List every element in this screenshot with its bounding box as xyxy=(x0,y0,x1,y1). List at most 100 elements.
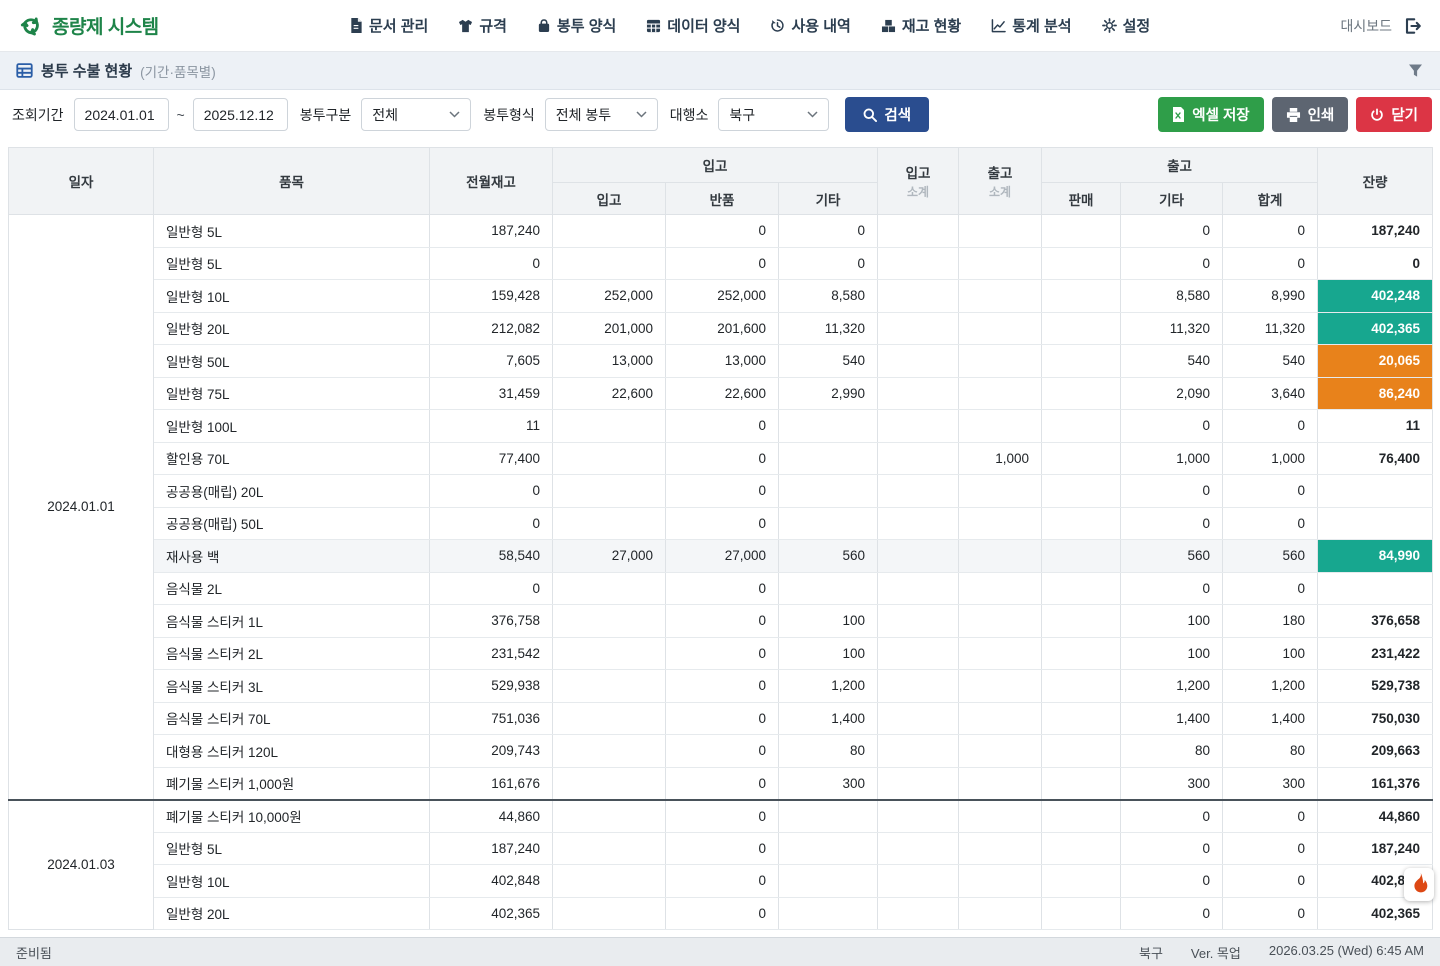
table-row[interactable]: 일반형 10L402,848000402,848 xyxy=(9,865,1433,898)
cell-return: 0 xyxy=(666,410,779,443)
cell-prev-stock: 161,676 xyxy=(430,767,553,800)
table-row[interactable]: 공공용(매립) 50L0000 xyxy=(9,507,1433,540)
cell-item: 일반형 100L xyxy=(154,410,430,443)
table-row[interactable]: 폐기물 스티커 1,000원161,6760300300300161,376 xyxy=(9,767,1433,800)
chevron-down-icon xyxy=(807,111,818,118)
print-button[interactable]: 인쇄 xyxy=(1272,97,1349,132)
debug-toolbar-button[interactable] xyxy=(1404,868,1434,901)
cell-remain: 187,240 xyxy=(1318,832,1433,865)
app-brand[interactable]: 종량제 시스템 xyxy=(18,12,159,39)
cell-out-subtotal xyxy=(959,410,1042,443)
table-row[interactable]: 음식물 스티커 2L231,5420100100100231,422 xyxy=(9,637,1433,670)
excel-save-button[interactable]: 엑셀 저장 xyxy=(1158,97,1263,132)
cell-sale xyxy=(1042,442,1121,475)
cell-total: 1,200 xyxy=(1223,670,1318,703)
table-row[interactable]: 공공용(매립) 20L0000 xyxy=(9,475,1433,508)
cell-prev-stock: 529,938 xyxy=(430,670,553,703)
table-row[interactable]: 일반형 50L7,60513,00013,00054054054020,065 xyxy=(9,345,1433,378)
table-row[interactable]: 일반형 100L1100011 xyxy=(9,410,1433,443)
table-row[interactable]: 음식물 스티커 70L751,03601,4001,4001,400750,03… xyxy=(9,702,1433,735)
nav-item-stats[interactable]: 통계 분석 xyxy=(991,15,1071,36)
nav-item-label: 설정 xyxy=(1123,15,1151,36)
table-row[interactable]: 일반형 10L159,428252,000252,0008,5808,5808,… xyxy=(9,280,1433,313)
cell-item: 일반형 75L xyxy=(154,377,430,410)
bag-format-select[interactable]: 전체 봉투 xyxy=(545,98,658,131)
table-row[interactable]: 2024.01.01일반형 5L187,2400000187,240 xyxy=(9,215,1433,248)
nav-item-spec[interactable]: 규격 xyxy=(458,15,507,36)
cell-sale xyxy=(1042,345,1121,378)
table-row[interactable]: 음식물 2L0000 xyxy=(9,572,1433,605)
bag-type-select[interactable]: 전체 xyxy=(361,98,471,131)
cell-out-subtotal xyxy=(959,637,1042,670)
table-row[interactable]: 재사용 백58,54027,00027,00056056056084,990 xyxy=(9,540,1433,573)
logout-icon[interactable] xyxy=(1402,16,1422,36)
cell-total: 1,000 xyxy=(1223,442,1318,475)
cell-etc-in: 80 xyxy=(779,735,878,768)
cell-etc-in: 100 xyxy=(779,605,878,638)
cell-date: 2024.01.01 xyxy=(9,215,154,800)
table-row[interactable]: 대형용 스티커 120L209,7430808080209,663 xyxy=(9,735,1433,768)
cell-item: 할인용 70L xyxy=(154,442,430,475)
cell-etc-out: 2,090 xyxy=(1121,377,1223,410)
nav-item-usage[interactable]: 사용 내역 xyxy=(770,15,850,36)
cell-item: 공공용(매립) 20L xyxy=(154,475,430,508)
cell-item: 일반형 20L xyxy=(154,312,430,345)
cell-remain: 750,030 xyxy=(1318,702,1433,735)
cell-etc-out: 540 xyxy=(1121,345,1223,378)
cell-out-subtotal xyxy=(959,865,1042,898)
filter-icon[interactable] xyxy=(1407,63,1424,79)
power-icon xyxy=(1370,108,1384,122)
cell-prev-stock: 187,240 xyxy=(430,832,553,865)
date-from-input[interactable] xyxy=(74,98,169,131)
nav-item-label: 문서 관리 xyxy=(369,15,428,36)
cell-return: 0 xyxy=(666,442,779,475)
cell-return: 0 xyxy=(666,215,779,248)
chart-icon xyxy=(991,19,1006,33)
nav-item-data-form[interactable]: 데이터 양식 xyxy=(646,15,740,36)
table-row[interactable]: 할인용 70L77,40001,0001,0001,00076,400 xyxy=(9,442,1433,475)
cell-in-subtotal xyxy=(878,572,959,605)
cell-remain: 402,365 xyxy=(1318,312,1433,345)
cell-prev-stock: 0 xyxy=(430,475,553,508)
period-label: 조회기간 xyxy=(12,105,64,125)
cell-etc-out: 100 xyxy=(1121,605,1223,638)
cell-prev-stock: 0 xyxy=(430,247,553,280)
cell-prev-stock: 31,459 xyxy=(430,377,553,410)
cell-remain: 84,990 xyxy=(1318,540,1433,573)
cell-in xyxy=(553,832,666,865)
nav-item-docs[interactable]: 문서 관리 xyxy=(349,15,428,36)
nav-item-bag-form[interactable]: 봉투 양식 xyxy=(537,15,616,36)
bag-icon xyxy=(537,18,551,33)
cell-sale xyxy=(1042,865,1121,898)
cell-sale xyxy=(1042,410,1121,443)
cell-return: 0 xyxy=(666,800,779,833)
nav-item-settings[interactable]: 설정 xyxy=(1102,15,1151,36)
close-button[interactable]: 닫기 xyxy=(1356,97,1432,132)
page-title: 봉투 수불 현황 xyxy=(41,60,132,81)
table-row[interactable]: 음식물 스티커 3L529,93801,2001,2001,200529,738 xyxy=(9,670,1433,703)
cell-total: 80 xyxy=(1223,735,1318,768)
cell-etc-in xyxy=(779,442,878,475)
dashboard-link[interactable]: 대시보드 xyxy=(1340,16,1392,36)
nav-item-inventory[interactable]: 재고 현황 xyxy=(881,15,961,36)
table-row[interactable]: 일반형 5L187,240000187,240 xyxy=(9,832,1433,865)
search-button[interactable]: 검색 xyxy=(845,97,929,132)
table-row[interactable]: 일반형 20L212,082201,000201,60011,32011,320… xyxy=(9,312,1433,345)
table-row[interactable]: 2024.01.03폐기물 스티커 10,000원44,86000044,860 xyxy=(9,800,1433,833)
col-group-in: 입고 xyxy=(553,148,878,183)
status-bar: 준비됨 북구 Ver. 목업 2026.03.25 (Wed) 6:45 AM xyxy=(0,937,1440,966)
table-row[interactable]: 일반형 5L000000 xyxy=(9,247,1433,280)
cell-item: 일반형 50L xyxy=(154,345,430,378)
cell-in-subtotal xyxy=(878,702,959,735)
cell-in-subtotal xyxy=(878,345,959,378)
cell-etc-out: 1,000 xyxy=(1121,442,1223,475)
date-to-input[interactable] xyxy=(193,98,288,131)
agency-select[interactable]: 북구 xyxy=(718,98,829,131)
cell-etc-in: 0 xyxy=(779,215,878,248)
document-icon xyxy=(349,18,363,33)
table-row[interactable]: 일반형 75L31,45922,60022,6002,9902,0903,640… xyxy=(9,377,1433,410)
table-row[interactable]: 일반형 20L402,365000402,365 xyxy=(9,897,1433,930)
cell-in xyxy=(553,865,666,898)
col-header-item: 품목 xyxy=(154,148,430,215)
table-row[interactable]: 음식물 스티커 1L376,7580100100180376,658 xyxy=(9,605,1433,638)
